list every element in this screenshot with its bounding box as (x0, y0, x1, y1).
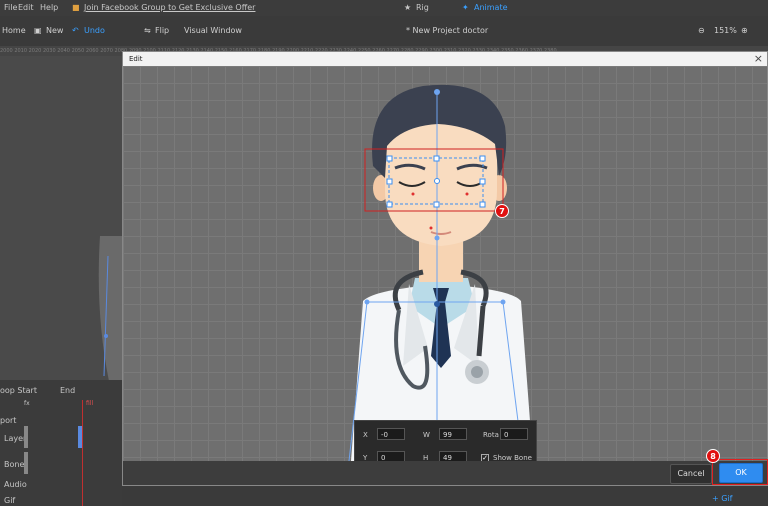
timeline-panel: oop Start End fx fill port Layer Bone Au… (0, 380, 122, 506)
rotation-label: Rota (483, 431, 499, 439)
w-label: W (423, 431, 430, 439)
loop-start-label[interactable]: oop Start (0, 386, 37, 395)
resize-handle-bm[interactable] (433, 201, 440, 208)
dialog-titlebar: Edit × (123, 52, 767, 66)
resize-handle-mr[interactable] (479, 178, 486, 185)
pivot-handle[interactable] (434, 178, 440, 184)
resize-handle-tr[interactable] (479, 155, 486, 162)
mode-rig-tab[interactable]: Rig (416, 3, 429, 12)
flip-button[interactable]: Flip (155, 26, 169, 35)
new-icon: ▣ (34, 26, 42, 35)
new-button[interactable]: New (46, 26, 63, 35)
facebook-promo-link[interactable]: Join Facebook Group to Get Exclusive Off… (84, 3, 255, 12)
timeline-row-port: port (0, 416, 17, 425)
shoulder-joint-left[interactable] (364, 299, 370, 305)
layer-track-block (24, 426, 28, 448)
playhead-line (82, 400, 83, 506)
x-input[interactable]: -0 (377, 428, 405, 440)
timeline-row-gif[interactable]: Gif (4, 496, 15, 505)
dialog-title: Edit (129, 55, 143, 63)
resize-handle-tl[interactable] (386, 155, 393, 162)
doctor-character (348, 84, 533, 462)
step-marker-8: 8 (706, 449, 720, 463)
end-label[interactable]: End (60, 386, 75, 395)
dialog-footer: Cancel OK 8 (123, 449, 768, 485)
resize-handle-br[interactable] (479, 201, 486, 208)
visual-window-button[interactable]: Visual Window (184, 26, 242, 35)
animate-icon: ✦ (462, 3, 469, 12)
home-button[interactable]: Home (2, 26, 26, 35)
head-bone-joint[interactable] (434, 89, 440, 95)
resize-handle-tm[interactable] (433, 155, 440, 162)
timeline-row-layer[interactable]: Layer (4, 434, 26, 443)
zoom-in-icon[interactable]: ⊕ (741, 26, 748, 35)
menu-edit[interactable]: Edit (18, 3, 34, 12)
playhead-marker[interactable]: fill (86, 400, 93, 407)
flip-icon: ⇋ (144, 26, 151, 35)
bone-track-block (24, 452, 28, 474)
bottom-bar: + Gif (122, 486, 768, 506)
step-marker-7: 7 (495, 204, 509, 218)
x-label: X (363, 431, 368, 439)
undo-icon: ↶ (72, 26, 79, 35)
background-character (98, 236, 122, 386)
timeline-row-audio[interactable]: Audio (4, 480, 27, 489)
mode-animate-tab[interactable]: Animate (474, 3, 508, 12)
menu-help[interactable]: Help (40, 3, 58, 12)
resize-handle-ml[interactable] (386, 178, 393, 185)
close-icon[interactable]: × (754, 52, 763, 65)
undo-button[interactable]: Undo (84, 26, 105, 35)
menu-bar: File Edit Help ■ Join Facebook Group to … (0, 0, 768, 16)
menu-file[interactable]: File (4, 3, 17, 12)
rig-icon: ★ (404, 3, 412, 12)
edit-dialog: Edit × 7 X -0 W 99 Rota 0 Y 0 H 49 ✓ Sho… (122, 51, 768, 486)
neck-bone-joint[interactable] (434, 235, 440, 241)
zoom-level: 151% (714, 26, 737, 35)
frame-label-a: fx (24, 400, 30, 407)
cancel-button[interactable]: Cancel (670, 464, 712, 484)
ok-button[interactable]: OK (719, 463, 763, 483)
w-input[interactable]: 99 (439, 428, 467, 440)
stage-background (0, 56, 122, 386)
shoulder-joint-right[interactable] (500, 299, 506, 305)
zoom-out-icon[interactable]: ⊖ (698, 26, 705, 35)
timeline-row-bone[interactable]: Bone (4, 460, 24, 469)
add-gif-button[interactable]: + Gif (712, 494, 732, 503)
chest-bone-joint[interactable] (434, 301, 440, 307)
toolbar: Home ▣ New ↶ Undo ⇋ Flip Visual Window *… (0, 16, 768, 47)
project-title: * New Project doctor (406, 26, 489, 35)
rotation-input[interactable]: 0 (500, 428, 528, 440)
resize-handle-bl[interactable] (386, 201, 393, 208)
gift-icon: ■ (72, 3, 80, 12)
edit-canvas[interactable]: 7 X -0 W 99 Rota 0 Y 0 H 49 ✓ Show Bone (123, 66, 767, 474)
